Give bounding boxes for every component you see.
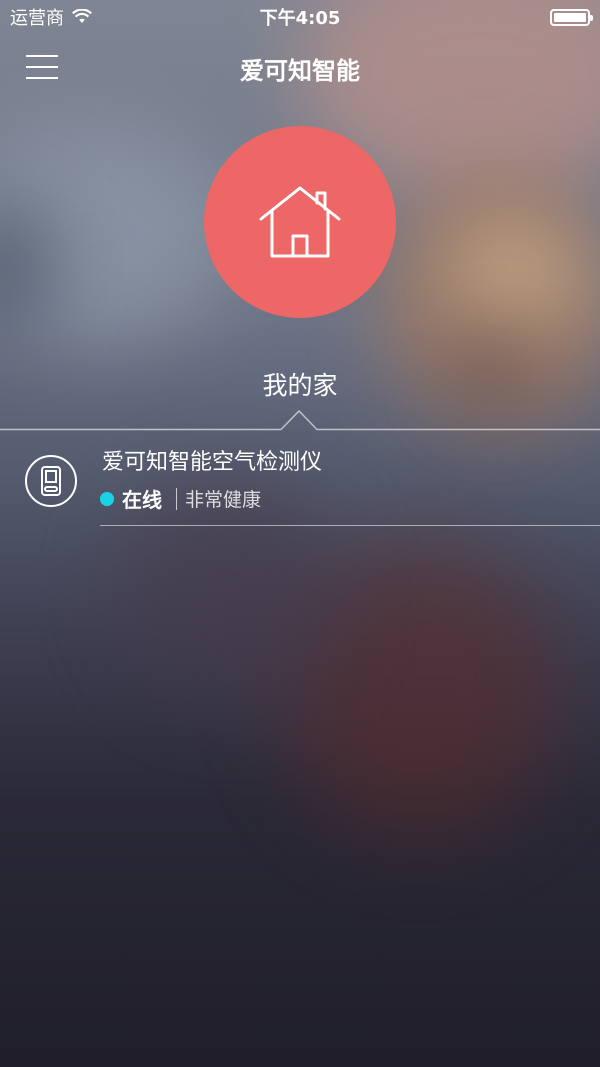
air-monitor-icon xyxy=(25,455,77,507)
online-status-label: 在线 xyxy=(122,488,162,512)
online-status-dot xyxy=(100,491,114,506)
home-name: 我的家 xyxy=(262,371,338,400)
battery-icon xyxy=(550,8,593,26)
status-separator xyxy=(176,487,177,510)
menu-icon[interactable] xyxy=(26,55,60,81)
house-icon xyxy=(259,186,341,258)
device-name: 爱可知智能空气检测仪 xyxy=(102,450,323,475)
status-bar: 运营商 下午4:05 xyxy=(0,0,600,34)
air-quality-label: 非常健康 xyxy=(185,489,262,511)
device-status: 在线 非常健康 xyxy=(100,484,261,513)
row-divider xyxy=(100,525,600,526)
device-list-item[interactable]: 爱可知智能空气检测仪 在线 非常健康 xyxy=(0,438,600,528)
page-title: 爱可知智能 xyxy=(240,56,360,85)
nav-header: 爱可知智能 xyxy=(0,34,600,102)
section-divider xyxy=(0,409,600,431)
status-time: 下午4:05 xyxy=(259,8,341,29)
home-avatar-button[interactable] xyxy=(204,126,396,318)
